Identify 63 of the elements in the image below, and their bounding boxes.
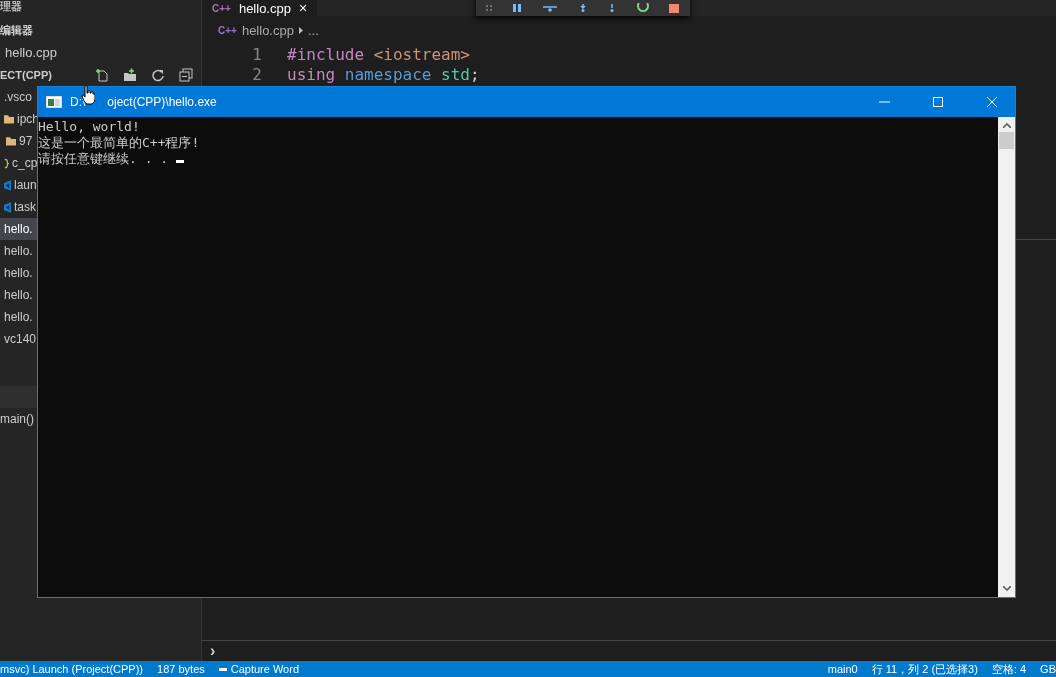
console-output-line: 请按任意键继续. . .: [38, 151, 998, 167]
braces-icon: [4, 157, 9, 169]
file-item[interactable]: 97: [0, 130, 37, 152]
folder-icon: [4, 114, 14, 124]
open-editor-item[interactable]: hello.cpp: [0, 42, 58, 64]
dash-icon: [218, 667, 227, 671]
file-item[interactable]: hello.: [0, 240, 37, 262]
grip-icon[interactable]: [486, 4, 493, 12]
file-item[interactable]: hello.: [0, 218, 37, 240]
file-item[interactable]: .vsco: [0, 86, 37, 108]
vs-logo-icon: [4, 201, 11, 213]
file-item[interactable]: hello.: [0, 262, 37, 284]
cpp-file-icon: C++: [218, 24, 237, 36]
console-output-line: 这是一个最简单的C++程序!: [38, 135, 201, 151]
file-item[interactable]: task: [0, 196, 37, 218]
file-item[interactable]: hello.: [0, 284, 37, 306]
scroll-down-icon[interactable]: [1002, 586, 1011, 591]
window-title: D:\: [70, 95, 86, 109]
step-out-icon[interactable]: [607, 4, 616, 12]
close-icon[interactable]: ×: [298, 1, 308, 15]
section-header[interactable]: 编辑器: [0, 18, 33, 42]
pause-icon[interactable]: [513, 4, 522, 12]
status-item[interactable]: 187 bytes: [157, 663, 205, 675]
refresh-icon[interactable]: [151, 68, 165, 82]
code-line: #include <iostream>: [287, 44, 470, 64]
status-item[interactable]: GB: [1040, 663, 1056, 675]
outline-item[interactable]: main(): [0, 408, 37, 430]
status-item[interactable]: Capture Word: [218, 663, 300, 675]
line-number: 2: [251, 64, 263, 84]
code-line: using namespace std;: [287, 64, 480, 84]
status-item[interactable]: 行 11，列 2 (已选择3): [871, 661, 978, 677]
console-output-line: Hello, world!: [38, 119, 141, 135]
step-into-icon[interactable]: [578, 4, 587, 12]
cpp-file-icon: C++: [212, 2, 231, 14]
status-item[interactable]: main0: [827, 663, 858, 675]
new-folder-icon[interactable]: [123, 68, 137, 82]
status-item[interactable]: msvc) Launch (Project(CPP)): [0, 663, 144, 675]
chevron-icon: [298, 26, 303, 34]
vs-logo-icon: [4, 179, 11, 191]
folder-icon: [6, 136, 16, 146]
section-header[interactable]: ECT(CPP): [0, 69, 52, 81]
collapse-icon[interactable]: [179, 68, 193, 82]
status-item[interactable]: 空格: 4: [991, 661, 1027, 677]
scrollbar[interactable]: [998, 117, 1015, 597]
new-file-icon[interactable]: [95, 68, 109, 82]
file-item[interactable]: laun: [0, 174, 37, 196]
explorer-title: 理器: [0, 0, 22, 14]
scroll-up-icon[interactable]: [1002, 123, 1011, 128]
scrollbar-thumb[interactable]: [999, 132, 1014, 149]
console-app-icon: [46, 96, 62, 108]
breadcrumb-item[interactable]: ...: [307, 22, 319, 38]
restart-icon[interactable]: [636, 3, 649, 13]
breadcrumb-item[interactable]: hello.cpp: [241, 22, 294, 38]
window-title: oject(CPP)\hello.exe: [107, 95, 217, 109]
text-cursor: [175, 160, 184, 163]
terminal-prompt: ›: [210, 642, 216, 660]
step-over-icon[interactable]: [542, 4, 559, 12]
line-number: 1: [251, 44, 263, 64]
stop-icon[interactable]: [669, 3, 680, 13]
file-item[interactable]: c_cp: [0, 152, 37, 174]
file-item[interactable]: vc140: [0, 328, 37, 350]
file-item[interactable]: hello.: [0, 306, 37, 328]
editor-tab[interactable]: C++ hello.cpp ×: [202, 0, 318, 16]
